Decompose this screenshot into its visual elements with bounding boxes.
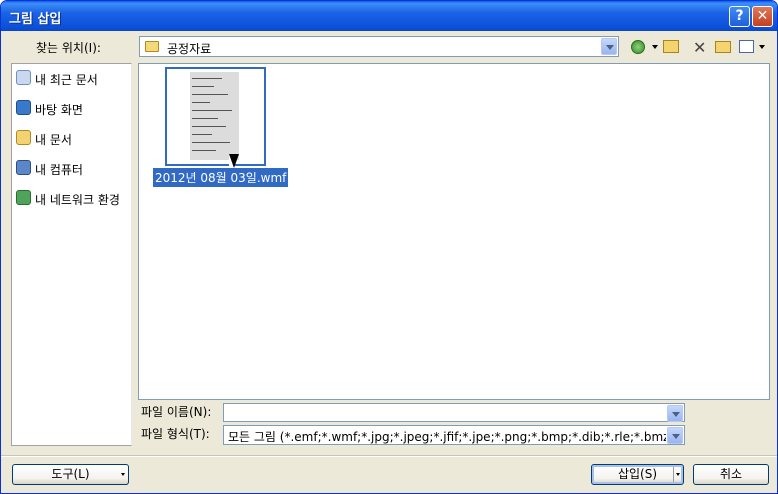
place-network[interactable]: 내 네트워크 환경 [16, 188, 128, 210]
divider [1, 455, 777, 457]
file-name-input[interactable] [223, 403, 685, 422]
close-button[interactable]: ✕ [752, 6, 773, 27]
insert-picture-dialog: 그림 삽입 ? ✕ 찾는 위치(I): 공정자료 ✕ 내 최근 문서 바탕 화면… [0, 0, 778, 494]
chevron-down-icon[interactable] [667, 427, 683, 444]
wmf-preview-image [190, 72, 239, 160]
mouse-cursor-icon [229, 154, 239, 168]
network-places-icon [16, 190, 31, 205]
views-icon[interactable] [739, 40, 754, 53]
chevron-down-icon[interactable] [667, 405, 683, 422]
place-label: 바탕 화면 [35, 103, 83, 117]
look-in-value: 공정자료 [167, 42, 212, 56]
file-type-dropdown[interactable]: 모든 그림 (*.emf;*.wmf;*.jpg;*.jpeg;*.jfif;*… [223, 425, 685, 445]
place-label: 내 문서 [35, 133, 72, 147]
split-divider [673, 467, 674, 482]
delete-icon[interactable]: ✕ [693, 38, 711, 57]
back-dropdown-icon[interactable] [652, 45, 658, 52]
file-name-field-label: 파일 이름(N): [141, 405, 212, 419]
place-recent-documents[interactable]: 내 최근 문서 [16, 68, 128, 90]
file-type-label: 파일 형식(T): [141, 427, 210, 441]
place-my-computer[interactable]: 내 컴퓨터 [16, 158, 128, 180]
help-button[interactable]: ? [729, 6, 750, 27]
place-label: 내 네트워크 환경 [35, 193, 120, 207]
look-in-dropdown[interactable]: 공정자료 [139, 36, 619, 57]
chevron-down-icon[interactable] [601, 38, 617, 55]
new-folder-icon[interactable] [715, 41, 731, 53]
desktop-icon [16, 100, 31, 115]
place-label: 내 컴퓨터 [35, 163, 83, 177]
place-label: 내 최근 문서 [35, 73, 98, 87]
my-documents-icon [16, 130, 31, 145]
folder-icon [145, 41, 159, 52]
file-type-value: 모든 그림 (*.emf;*.wmf;*.jpg;*.jpeg;*.jfif;*… [228, 430, 666, 444]
place-desktop[interactable]: 바탕 화면 [16, 98, 128, 120]
tools-button[interactable]: 도구(L) [12, 464, 129, 485]
cancel-label: 취소 [719, 467, 743, 481]
insert-label: 삽입(S) [617, 467, 658, 481]
recent-documents-icon [16, 70, 31, 85]
look-in-label: 찾는 위치(I): [36, 41, 101, 55]
title-bar[interactable]: 그림 삽입 ? ✕ [1, 1, 777, 31]
file-name-label[interactable]: 2012년 08월 03일.wmf [153, 168, 289, 187]
cancel-button[interactable]: 취소 [693, 464, 769, 485]
back-icon[interactable] [631, 40, 645, 54]
up-folder-icon[interactable] [663, 40, 679, 53]
my-computer-icon [16, 160, 31, 175]
dropdown-arrow-icon[interactable] [676, 473, 680, 478]
dialog-title: 그림 삽입 [9, 12, 62, 27]
insert-button[interactable]: 삽입(S) [591, 464, 684, 485]
file-thumbnail[interactable] [165, 67, 266, 168]
place-my-documents[interactable]: 내 문서 [16, 128, 128, 150]
dropdown-arrow-icon [121, 473, 125, 478]
file-list[interactable]: 2012년 08월 03일.wmf [138, 63, 770, 400]
views-dropdown-icon[interactable] [759, 45, 765, 52]
tools-label: 도구(L) [51, 467, 90, 481]
places-bar: 내 최근 문서 바탕 화면 내 문서 내 컴퓨터 내 네트워크 환경 [11, 63, 132, 446]
